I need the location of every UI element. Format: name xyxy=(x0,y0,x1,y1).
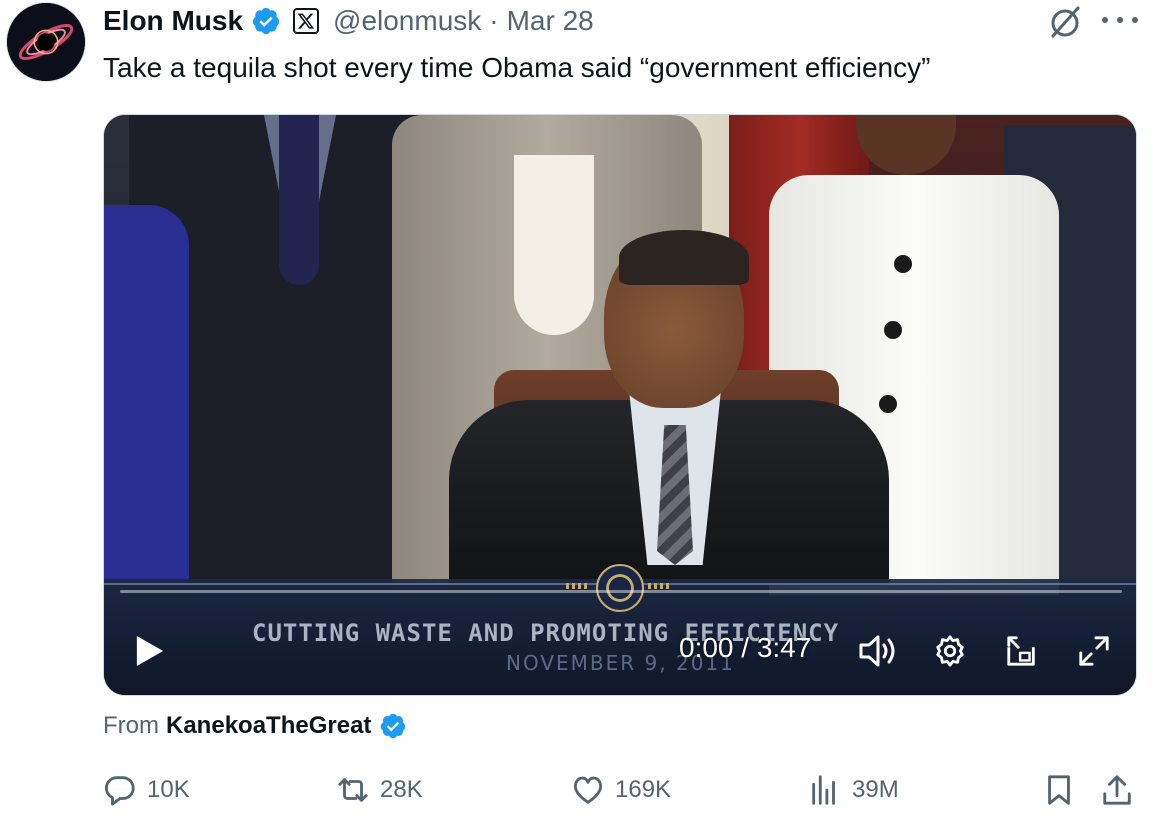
views-button[interactable]: 39M xyxy=(808,772,899,808)
fullscreen-button[interactable] xyxy=(1074,631,1114,671)
more-icon[interactable] xyxy=(1102,8,1138,32)
tweet-text: Take a tequila shot every time Obama sai… xyxy=(103,52,931,83)
reply-icon xyxy=(105,776,135,806)
repost-button[interactable]: 28K xyxy=(336,772,423,808)
pip-button[interactable] xyxy=(1002,631,1042,671)
share-button[interactable] xyxy=(1100,772,1144,808)
video-attribution: From KanekoaTheGreat xyxy=(103,712,407,740)
video-time: 0:00 / 3:47 xyxy=(679,632,812,663)
grok-icon[interactable] xyxy=(1045,2,1085,42)
fullscreen-icon xyxy=(1079,636,1109,666)
verified-badge-icon[interactable] xyxy=(251,6,281,36)
attribution-source[interactable]: KanekoaTheGreat xyxy=(166,712,371,740)
gear-icon xyxy=(936,635,964,667)
view-count: 39M xyxy=(852,776,899,803)
tweet-header: Elon Musk @elonmusk · Mar 28 xyxy=(103,2,594,40)
repost-icon xyxy=(338,778,368,802)
like-count: 169K xyxy=(615,776,672,803)
settings-button[interactable] xyxy=(930,631,970,671)
play-icon xyxy=(136,636,164,666)
share-icon xyxy=(1103,775,1131,805)
views-icon xyxy=(812,775,835,805)
bookmark-icon xyxy=(1048,775,1070,805)
video-progress-bar[interactable] xyxy=(120,590,1122,593)
volume-icon xyxy=(859,635,895,667)
attribution-prefix: From xyxy=(103,712,159,739)
play-button[interactable] xyxy=(130,631,170,671)
author-handle[interactable]: @elonmusk xyxy=(333,5,481,37)
tweet-date[interactable]: Mar 28 xyxy=(507,5,594,37)
tweet: Elon Musk @elonmusk · Mar 28 Take a tequ… xyxy=(0,0,1153,823)
pip-icon xyxy=(1007,636,1035,666)
x-logo-icon xyxy=(293,8,320,34)
like-icon xyxy=(573,776,603,804)
author-name[interactable]: Elon Musk xyxy=(103,5,243,37)
bookmark-button[interactable] xyxy=(1042,772,1086,808)
reply-button[interactable]: 10K xyxy=(103,772,190,808)
video-player[interactable]: CUTTING WASTE AND PROMOTING EFFICIENCY N… xyxy=(103,114,1137,696)
reply-count: 10K xyxy=(147,776,190,803)
like-button[interactable]: 169K xyxy=(571,772,671,808)
repost-count: 28K xyxy=(380,776,423,803)
avatar[interactable] xyxy=(6,2,86,82)
presidential-seal-icon xyxy=(596,564,644,612)
verified-badge-icon xyxy=(379,712,407,740)
volume-button[interactable] xyxy=(856,631,898,671)
header-separator: · xyxy=(489,5,499,36)
